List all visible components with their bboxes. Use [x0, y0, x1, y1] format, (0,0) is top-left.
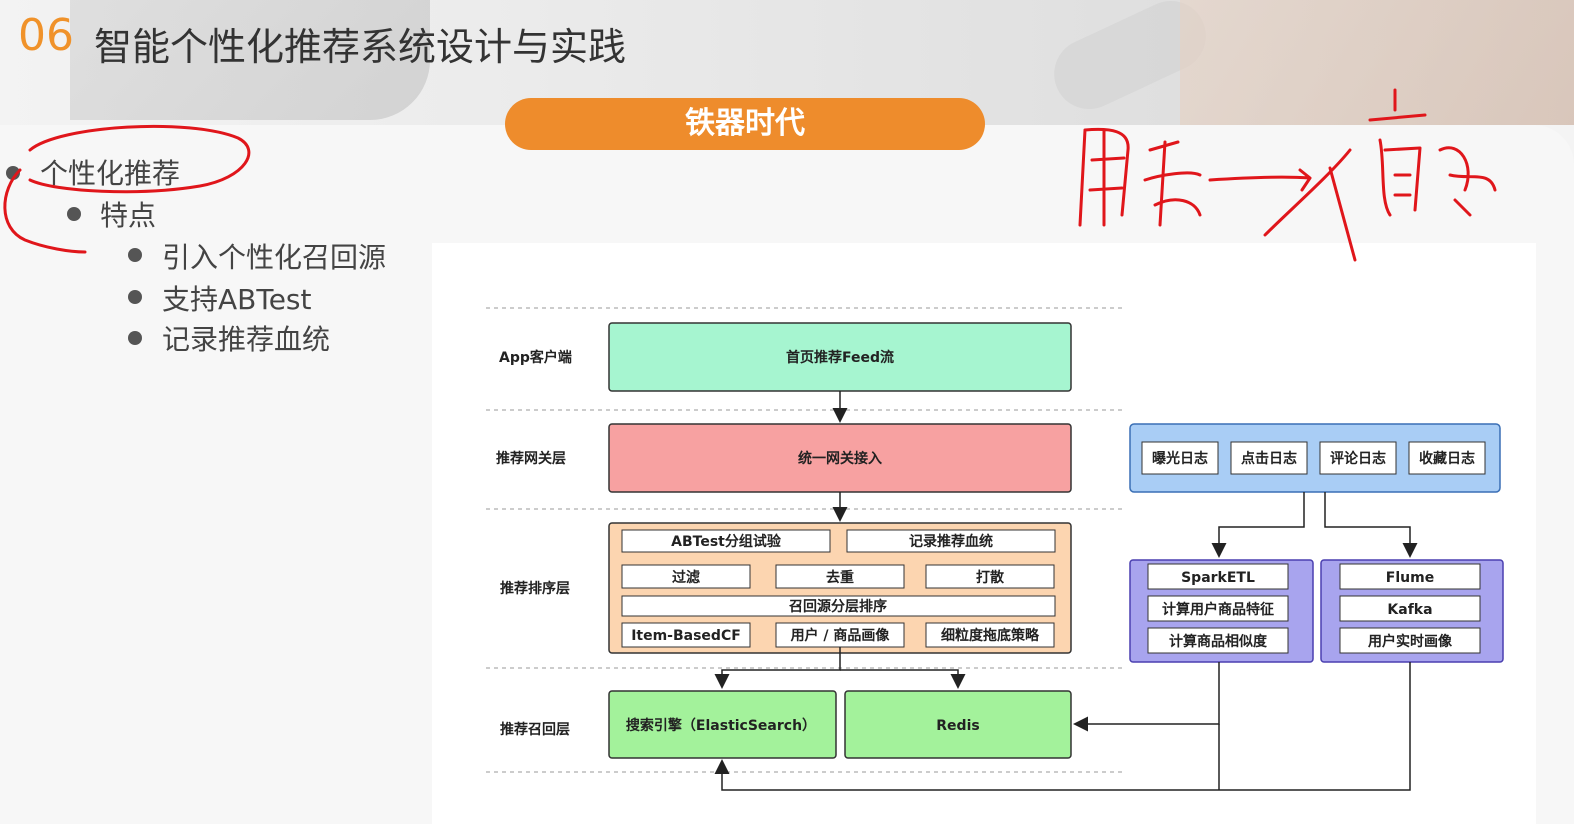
log-box-exposure-label: 曝光日志	[1152, 450, 1208, 467]
flume-box-kafka-label: Kafka	[1387, 602, 1432, 618]
gateway-label: 统一网关接入	[798, 450, 882, 467]
flow-arrow	[1073, 662, 1220, 732]
rank-box-itemcf-label: Item-BasedCF	[631, 628, 741, 644]
recall-box-redis-label: Redis	[936, 718, 979, 734]
layer-label-ranking: 推荐排序层	[500, 580, 570, 597]
spark-box-similarity-label: 计算商品相似度	[1169, 633, 1268, 650]
spark-box-features-label: 计算用户商品特征	[1162, 601, 1274, 618]
flow-arrow	[1324, 492, 1418, 558]
rank-box-dedupe-label: 去重	[826, 569, 854, 586]
architecture-diagram: App客户端 推荐网关层 推荐排序层 推荐召回层 首页推荐Feed流 统一网关接…	[486, 307, 1504, 791]
log-box-favorite-label: 收藏日志	[1419, 450, 1475, 467]
flume-box-flume-label: Flume	[1386, 570, 1434, 586]
rank-box-layered-sort-label: 召回源分层排序	[789, 598, 887, 615]
rank-box-fallback-label: 细粒度拖底策略	[941, 627, 1040, 644]
rank-box-lineage-label: 记录推荐血统	[909, 533, 993, 550]
rank-box-shuffle-label: 打散	[976, 569, 1005, 586]
spark-box-etl-label: SparkETL	[1181, 570, 1255, 586]
rank-box-filter-label: 过滤	[672, 569, 700, 586]
flume-box-realtime-label: 用户实时画像	[1368, 633, 1453, 650]
app-feed-label: 首页推荐Feed流	[786, 349, 894, 366]
rank-box-abtest-label: ABTest分组试验	[671, 533, 782, 550]
layer-label-recall: 推荐召回层	[500, 721, 570, 738]
recall-box-search-label: 搜索引擎（ElasticSearch）	[626, 717, 816, 734]
flow-arrow	[840, 669, 966, 689]
log-box-comment-label: 评论日志	[1330, 450, 1386, 467]
flow-arrow	[1211, 492, 1305, 558]
log-box-click-label: 点击日志	[1241, 450, 1297, 467]
rank-box-profile-label: 用户 / 商品画像	[791, 627, 891, 644]
layer-label-gateway: 推荐网关层	[496, 450, 566, 467]
layer-label-app: App客户端	[499, 349, 572, 366]
